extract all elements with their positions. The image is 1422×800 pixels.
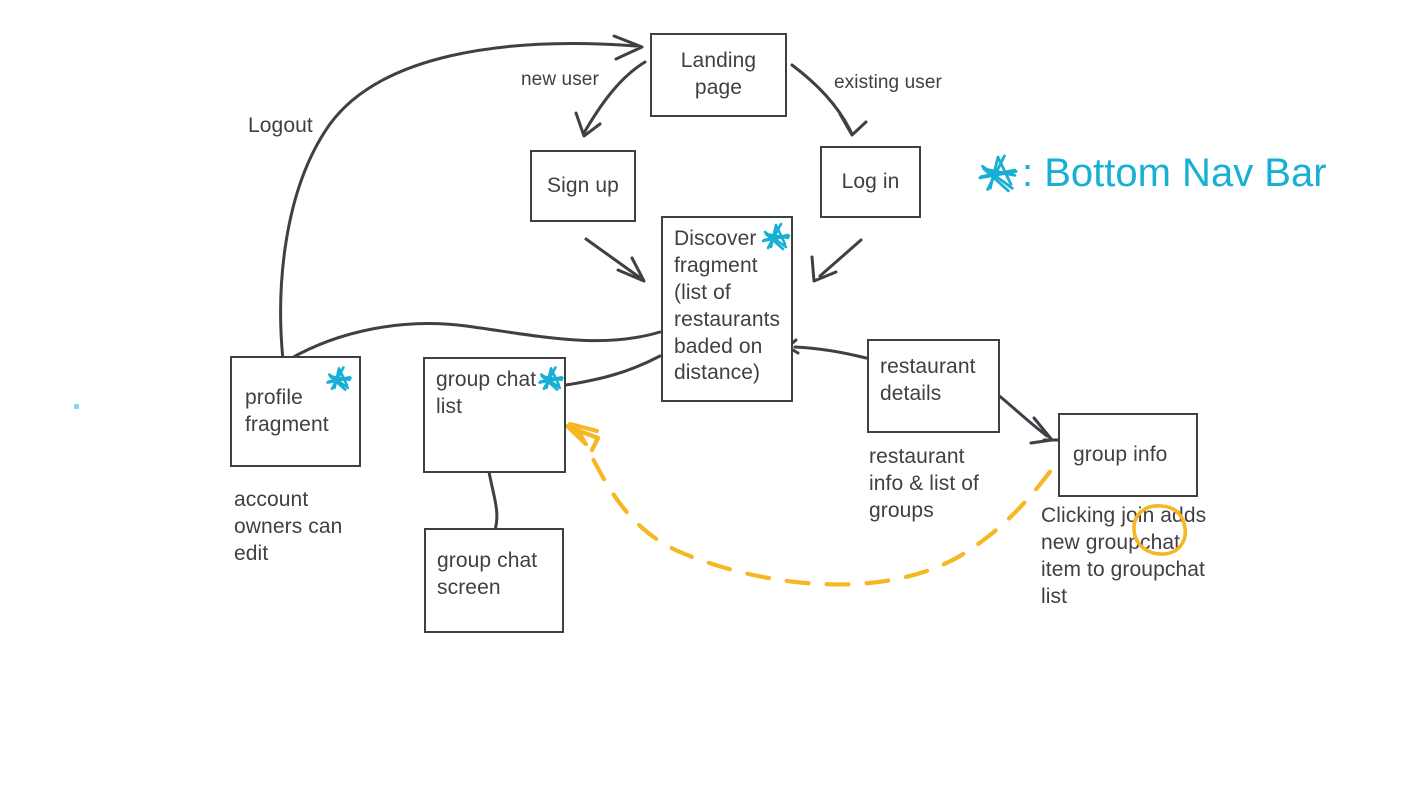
node-log-in[interactable]: Log in: [820, 146, 921, 218]
edge-groupchatlist-to-discover: [564, 354, 662, 387]
edge-login-to-discover: [810, 238, 863, 283]
node-discover-fragment-label: Discover fragment (list of restaurants b…: [674, 227, 781, 385]
edge-profile-to-discover: [286, 322, 662, 362]
stray-blue-dot: [74, 404, 79, 409]
edge-groupinfo-to-groupchatlist-dashed: [563, 421, 1077, 587]
annotation-restaurant-note: restaurant info & list of groups: [869, 445, 979, 522]
node-group-info-label: group info: [1073, 442, 1168, 466]
node-group-chat-list-label: group chat list: [436, 368, 537, 418]
star-icon-legend: [978, 154, 1018, 193]
annotation-profile-note: account owners can edit: [234, 488, 343, 565]
node-group-info[interactable]: group info: [1058, 413, 1198, 497]
node-landing-page-label: Landing page: [680, 49, 757, 99]
edge-label-logout: Logout: [248, 114, 313, 137]
edge-signup-to-discover: [584, 237, 646, 283]
edge-label-new-user: new user: [521, 69, 599, 90]
node-sign-up-label: Sign up: [547, 173, 619, 197]
node-landing-page[interactable]: Landing page: [650, 33, 787, 117]
node-restaurant-details-label: restaurant details: [880, 355, 976, 405]
edge-restaurant-to-discover: [786, 338, 868, 360]
diagram-canvas: .ln { fill:none; stroke:#3f3f46; stroke-…: [0, 0, 1422, 800]
node-discover-fragment[interactable]: Discover fragment (list of restaurants b…: [661, 216, 793, 402]
edge-restaurant-to-groupinfo: [990, 388, 1064, 445]
highlight-circle-join: [1132, 504, 1188, 556]
edge-groupchatlist-to-groupchatscreen: [487, 470, 499, 532]
node-group-chat-screen[interactable]: group chat screen: [424, 528, 564, 633]
node-sign-up[interactable]: Sign up: [530, 150, 636, 222]
node-profile-fragment[interactable]: profile fragment: [230, 356, 361, 467]
edge-label-existing-user: existing user: [834, 72, 942, 93]
legend-bottom-nav-bar-text: : Bottom Nav Bar: [1022, 151, 1327, 195]
node-group-chat-list[interactable]: group chat list: [423, 357, 566, 473]
node-group-chat-screen-label: group chat screen: [437, 549, 538, 599]
node-restaurant-details[interactable]: restaurant details: [867, 339, 1000, 433]
node-log-in-label: Log in: [841, 169, 900, 193]
node-profile-fragment-label: profile fragment: [245, 385, 329, 436]
